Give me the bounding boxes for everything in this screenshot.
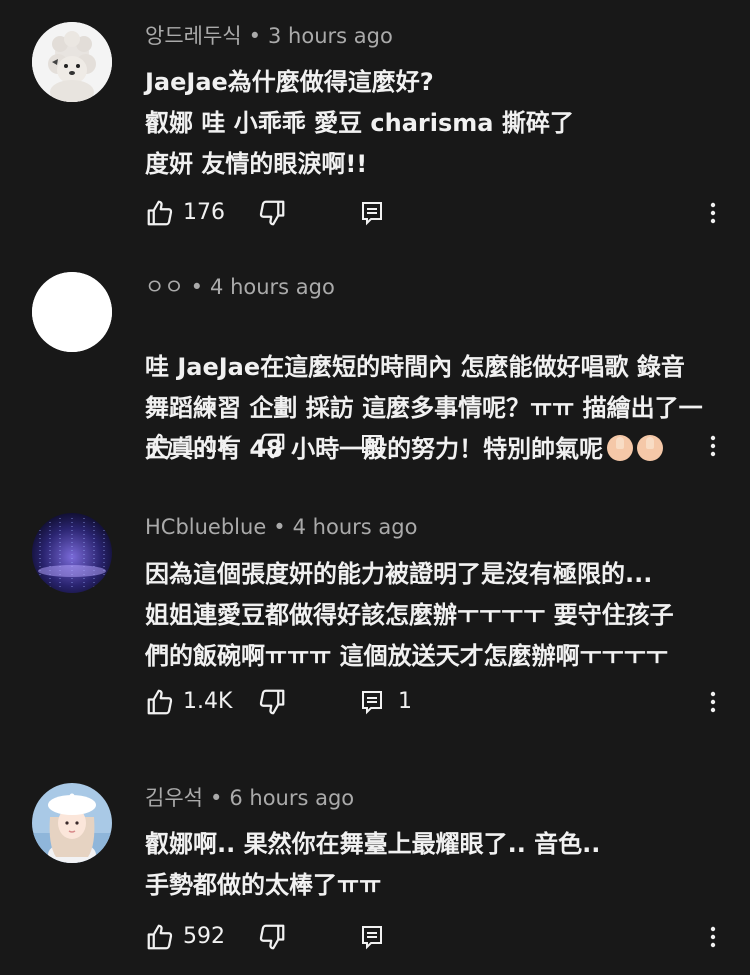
- timestamp[interactable]: 4 hours ago: [293, 515, 418, 539]
- comment-icon: [362, 435, 382, 459]
- dislike-button[interactable]: [257, 922, 287, 952]
- comment-3: HCblueblue • 4 hours ago 因為這個張度妍的能力被證明了是沒有…: [0, 490, 750, 760]
- reply-button[interactable]: [360, 922, 384, 952]
- dislike-button[interactable]: [257, 687, 287, 717]
- reply-count: 1: [398, 689, 412, 714]
- author-name[interactable]: ㅇㅇ: [145, 275, 184, 299]
- girl-beret-avatar-icon: [32, 783, 112, 863]
- comment-meta: HCblueblue • 4 hours ago: [145, 515, 418, 539]
- thumb-up-icon: [147, 433, 173, 459]
- more-vert-icon: [710, 691, 716, 713]
- comment-text: 叡娜啊.. 果然你在舞臺上最耀眼了.. 音色.. 手勢都做的太棒了ㅠㅠ: [145, 830, 601, 899]
- avatar[interactable]: [32, 783, 112, 863]
- like-button[interactable]: 1.1K: [145, 431, 232, 461]
- avatar[interactable]: [32, 513, 112, 593]
- more-options-button[interactable]: [701, 431, 725, 461]
- comment-4: 김우석 • 6 hours ago 叡娜啊.. 果然你在舞臺上最耀眼了.. 音色..…: [0, 760, 750, 975]
- timestamp[interactable]: 6 hours ago: [229, 786, 354, 810]
- thumb-down-icon: [259, 924, 285, 950]
- comment-icon: [362, 926, 382, 950]
- avatar[interactable]: [32, 272, 112, 352]
- thumb-down-icon: [259, 689, 285, 715]
- author-name[interactable]: 김우석: [145, 786, 203, 810]
- dislike-button[interactable]: [257, 431, 287, 461]
- comment-text: JaeJae為什麼做得這麼好? 叡娜 哇 小乖乖 愛豆 charisma 撕碎了…: [145, 68, 574, 178]
- thumb-down-icon: [259, 433, 285, 459]
- timestamp[interactable]: 4 hours ago: [210, 275, 335, 299]
- author-name[interactable]: HCblueblue: [145, 515, 266, 539]
- like-count: 1.1K: [183, 433, 233, 458]
- timestamp[interactable]: 3 hours ago: [268, 24, 393, 48]
- reply-button[interactable]: 1: [360, 687, 412, 717]
- comment-actions: 592: [145, 922, 735, 952]
- white-avatar-icon: [32, 272, 112, 352]
- thumb-down-icon: [259, 200, 285, 226]
- blue-lights-avatar-icon: [32, 513, 112, 593]
- comment-actions: 1.1K: [145, 431, 735, 461]
- more-vert-icon: [710, 926, 716, 948]
- more-vert-icon: [710, 202, 716, 224]
- thumb-up-icon: [147, 924, 173, 950]
- thumb-up-icon: [147, 689, 173, 715]
- like-button[interactable]: 176: [145, 198, 225, 228]
- comment-meta: 김우석 • 6 hours ago: [145, 786, 355, 810]
- like-button[interactable]: 592: [145, 922, 225, 952]
- author-name[interactable]: 앙드레두식: [145, 24, 242, 48]
- comment-actions: 1.4K 1: [145, 687, 735, 717]
- like-count: 176: [183, 200, 225, 225]
- comment-meta: ㅇㅇ • 4 hours ago: [145, 275, 335, 299]
- dislike-button[interactable]: [257, 198, 287, 228]
- more-options-button[interactable]: [701, 687, 725, 717]
- comment-icon: [362, 202, 382, 226]
- like-button[interactable]: 1.4K: [145, 687, 232, 717]
- reply-button[interactable]: [360, 198, 384, 228]
- comment-actions: 176: [145, 198, 735, 228]
- poodle-avatar-icon: [32, 22, 112, 102]
- more-options-button[interactable]: [701, 922, 725, 952]
- more-options-button[interactable]: [701, 198, 725, 228]
- comment-1: 앙드레두식 • 3 hours ago JaeJae為什麼做得這麼好? 叡娜 哇 小…: [0, 0, 750, 250]
- comment-icon: [362, 691, 382, 715]
- like-count: 592: [183, 924, 225, 949]
- avatar[interactable]: [32, 22, 112, 102]
- comment-meta: 앙드레두식 • 3 hours ago: [145, 24, 393, 48]
- comment-2: ㅇㅇ • 4 hours ago 哇 JaeJae在這麼短的時間內 怎麼能做好唱歌 …: [0, 250, 750, 490]
- comment-text: 因為這個張度妍的能力被證明了是沒有極限的... 姐姐連愛豆都做得好該怎麼辦ㅜㅜㅜ…: [145, 560, 674, 670]
- like-count: 1.4K: [183, 689, 233, 714]
- reply-button[interactable]: [360, 431, 384, 461]
- thumb-up-icon: [147, 200, 173, 226]
- more-vert-icon: [710, 435, 716, 457]
